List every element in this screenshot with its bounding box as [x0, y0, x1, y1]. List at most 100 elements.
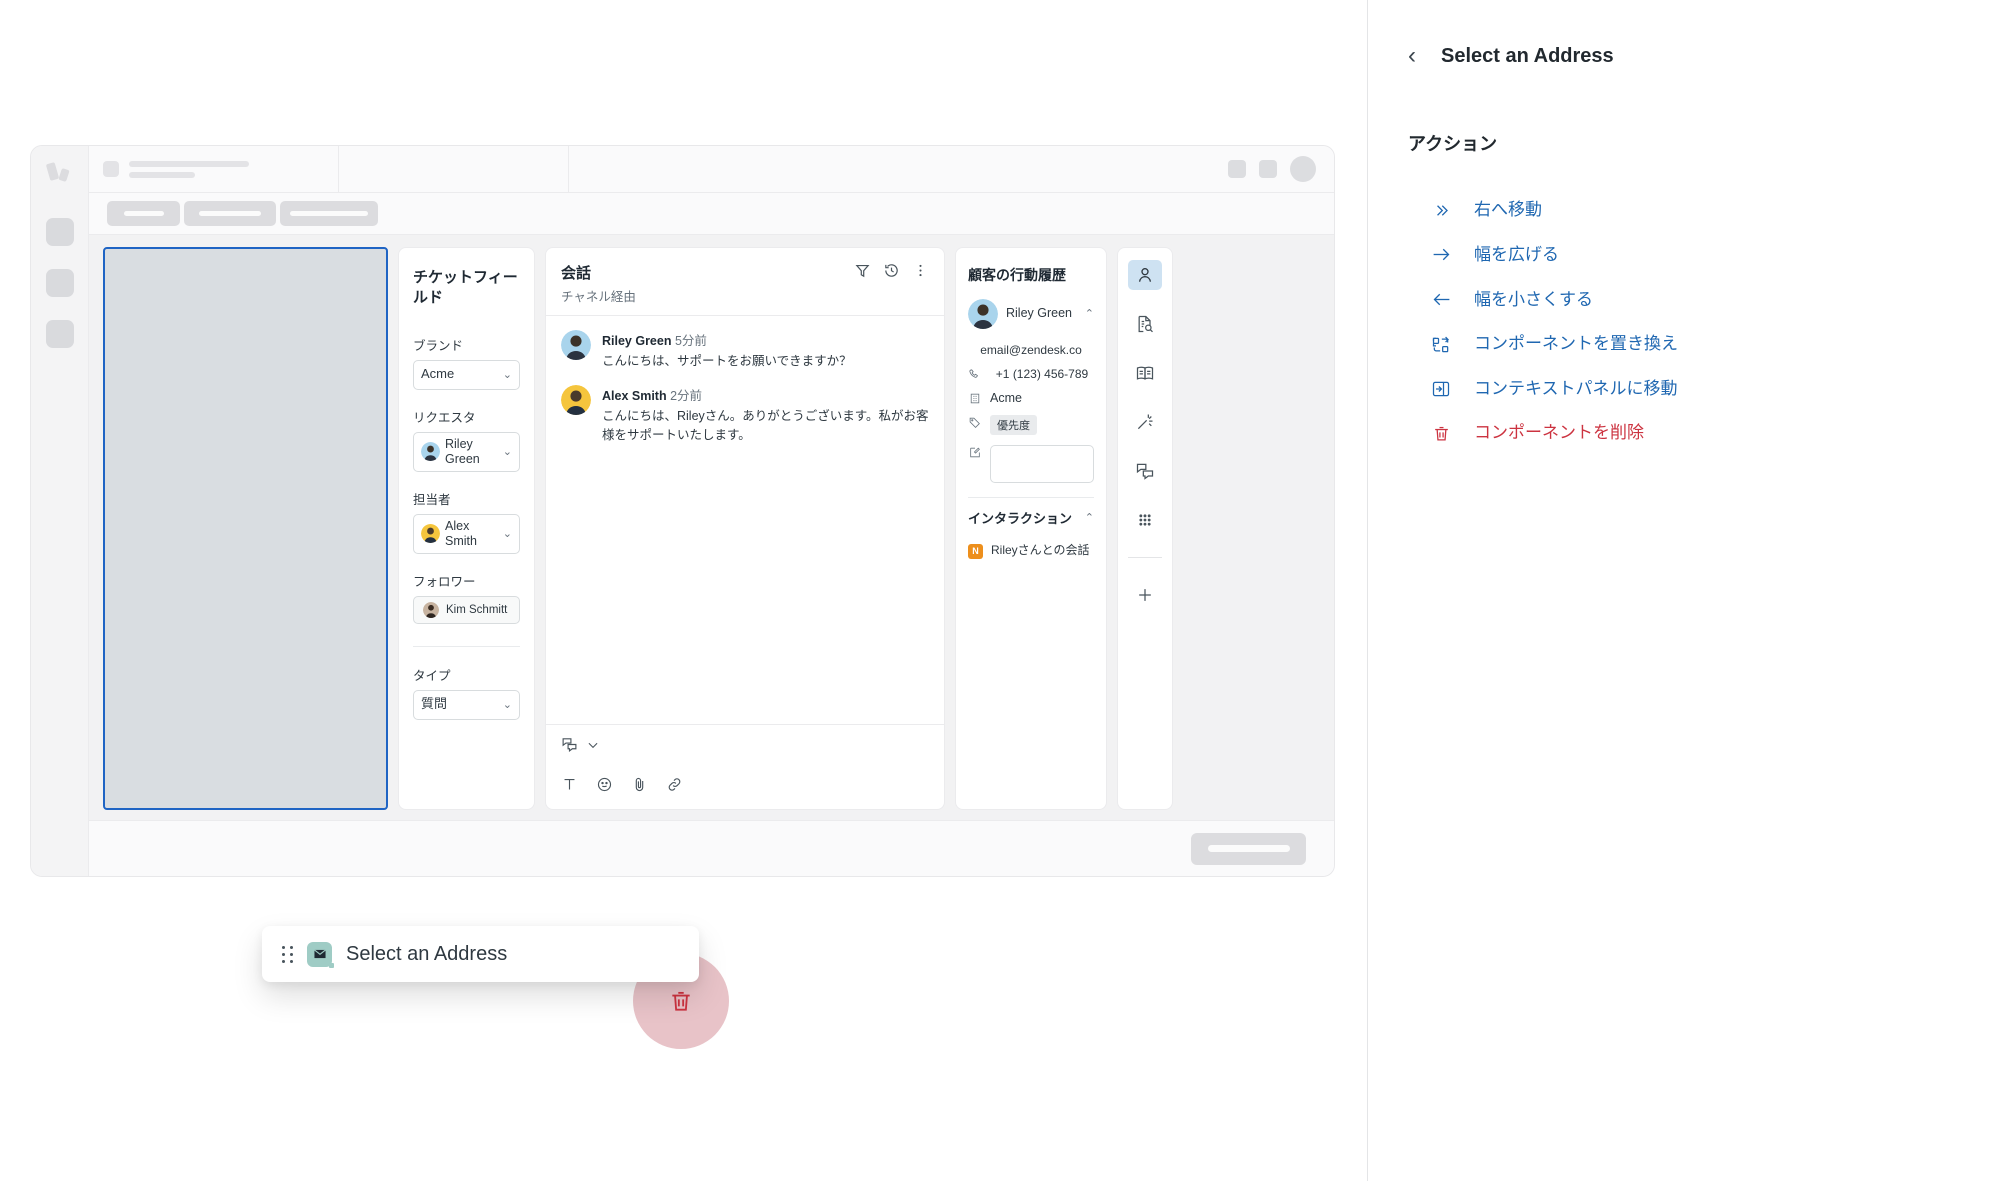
rail-placeholder-item[interactable]	[45, 269, 74, 297]
apps-grid-icon[interactable]	[1128, 505, 1162, 535]
customer-phone-row: +1 (123) 456-789	[968, 367, 1094, 381]
requester-select[interactable]: Riley Green ⌄	[413, 431, 520, 472]
actions-list: 右へ移動 幅を広げる 幅を小さくする コンポーネントを置き換え コンテキストパネ…	[1368, 188, 2000, 456]
knowledge-book-icon[interactable]	[1128, 358, 1162, 388]
message-item: Riley Green 5分前 こんにちは、サポートをお願いできますか？	[561, 330, 929, 371]
selected-region-placeholder[interactable]	[103, 247, 388, 810]
app-root: チケットフィールド ブランド Acme ⌄ リクエスタ Riley Green …	[0, 0, 2000, 1181]
field-label: タイプ	[413, 668, 451, 683]
customer-context-panel: 顧客の行動履歴 Riley Green ⌃ email@zendesk.co +…	[955, 247, 1107, 810]
field-label: ブランド	[413, 338, 464, 353]
mock-tab-empty[interactable]	[339, 146, 569, 192]
chevron-up-icon[interactable]: ⌃	[1085, 307, 1094, 320]
magic-wand-icon[interactable]	[1128, 407, 1162, 437]
side-panel-title: Select an Address	[1441, 44, 1614, 67]
brand-select[interactable]: Acme ⌄	[413, 359, 520, 390]
footer-submit-placeholder[interactable]	[1191, 832, 1306, 865]
type-value: 質問	[421, 696, 448, 712]
topbar-action-placeholder[interactable]	[1228, 160, 1246, 178]
action-label: 右へ移動	[1474, 200, 1542, 219]
drag-handle-icon[interactable]	[282, 945, 293, 963]
message-item: Alex Smith 2分前 こんにちは、Rileyさん。ありがとうございます。…	[561, 384, 929, 445]
brand-value: Acme	[421, 366, 455, 382]
mock-topbar	[89, 146, 1334, 193]
attachment-icon[interactable]	[631, 776, 648, 793]
rail-placeholder-item[interactable]	[45, 218, 74, 246]
type-select[interactable]: 質問 ⌄	[413, 689, 520, 720]
text-format-icon[interactable]	[561, 776, 578, 793]
conversation-title: 会話	[561, 265, 592, 282]
tab-text-placeholder	[129, 160, 249, 178]
link-icon[interactable]	[666, 776, 683, 793]
customer-note-input[interactable]	[990, 444, 1094, 483]
properties-side-panel: ‹ Select an Address アクション 右へ移動 幅を広げる 幅を小…	[1367, 0, 2000, 1181]
user-icon[interactable]	[1128, 260, 1162, 290]
divider	[413, 645, 520, 647]
action-label: コンポーネントを削除	[1474, 423, 1644, 443]
follower-name: Kim Schmitt	[446, 603, 508, 616]
customer-panel-title: 顧客の行動履歴	[968, 267, 1066, 283]
field-assignee: 担当者 Alex Smith ⌄	[413, 489, 520, 554]
chevron-down-icon: ⌄	[502, 528, 512, 540]
move-to-panel-icon	[1430, 379, 1452, 399]
avatar	[421, 442, 440, 461]
customer-identity[interactable]: Riley Green ⌃	[968, 298, 1094, 329]
mock-tab[interactable]	[89, 146, 339, 192]
chevron-left-icon[interactable]: ‹	[1408, 44, 1416, 68]
filter-icon[interactable]	[854, 262, 871, 279]
subbar-button-placeholder[interactable]	[107, 201, 180, 226]
subbar-button-placeholder[interactable]	[280, 201, 378, 226]
divider	[968, 496, 1094, 498]
envelope-icon	[307, 941, 334, 968]
follower-chip[interactable]: Kim Schmitt	[413, 595, 520, 624]
message-author: Alex Smith	[602, 388, 667, 403]
action-move-to-context-panel[interactable]: コンテキストパネルに移動	[1368, 367, 2000, 411]
customer-tag[interactable]: 優先度	[990, 414, 1037, 435]
field-type: タイプ 質問 ⌄	[413, 665, 520, 720]
rail-placeholder-item[interactable]	[45, 320, 74, 348]
avatar	[561, 330, 591, 360]
action-decrease-width[interactable]: 幅を小さくする	[1368, 277, 2000, 322]
assignee-value: Alex Smith	[445, 519, 477, 548]
note-icon	[970, 447, 980, 458]
history-icon[interactable]	[883, 262, 900, 279]
dragged-component-title: Select an Address	[346, 942, 508, 965]
plus-icon[interactable]	[1128, 580, 1162, 610]
swap-component-icon	[1430, 335, 1452, 355]
customer-name: Riley Green	[1006, 306, 1072, 321]
conversation-subtitle: チャネル経由	[561, 290, 636, 304]
conversation-header: 会話 チャネル経由	[546, 248, 944, 316]
action-increase-width[interactable]: 幅を広げる	[1368, 232, 2000, 277]
chevron-down-icon: ⌄	[502, 369, 512, 381]
subbar-button-placeholder[interactable]	[184, 201, 276, 226]
customer-phone: +1 (123) 456-789	[995, 366, 1089, 381]
tag-icon	[969, 417, 980, 428]
composer-channel-selector[interactable]	[546, 724, 944, 764]
message-list: Riley Green 5分前 こんにちは、サポートをお願いできますか？ Ale…	[546, 316, 944, 724]
interactions-title: インタラクション	[968, 510, 1073, 526]
assignee-select[interactable]: Alex Smith ⌄	[413, 513, 520, 554]
dragged-component-card[interactable]: Select an Address	[262, 926, 699, 982]
mock-app-window: チケットフィールド ブランド Acme ⌄ リクエスタ Riley Green …	[30, 145, 1335, 877]
interaction-item[interactable]: N Rileyさんとの会話	[968, 542, 1094, 559]
field-label: フォロワー	[413, 574, 476, 589]
action-move-right[interactable]: 右へ移動	[1368, 188, 2000, 232]
trash-icon	[1430, 424, 1452, 443]
customer-note-row	[968, 444, 1094, 483]
avatar	[968, 298, 998, 329]
topbar-action-placeholder[interactable]	[1259, 160, 1277, 178]
conversation-panel: 会話 チャネル経由 Riley Green 5分前 こんにちは、サポートをお願い…	[545, 247, 945, 810]
chevron-up-icon[interactable]: ⌃	[1085, 511, 1094, 524]
chat-bubbles-icon[interactable]	[1128, 456, 1162, 486]
field-followers: フォロワー Kim Schmitt	[413, 571, 520, 624]
document-search-icon[interactable]	[1128, 309, 1162, 339]
action-delete-component[interactable]: コンポーネントを削除	[1368, 411, 2000, 455]
chevron-down-icon: ⌄	[502, 699, 512, 711]
avatar[interactable]	[1290, 156, 1316, 182]
mock-main-area: チケットフィールド ブランド Acme ⌄ リクエスタ Riley Green …	[89, 146, 1334, 876]
more-vertical-icon[interactable]	[912, 262, 929, 279]
message-time: 2分前	[670, 388, 703, 403]
action-swap-component[interactable]: コンポーネントを置き換え	[1368, 322, 2000, 366]
interactions-header[interactable]: インタラクション ⌃	[968, 511, 1094, 528]
emoji-icon[interactable]	[596, 776, 613, 793]
